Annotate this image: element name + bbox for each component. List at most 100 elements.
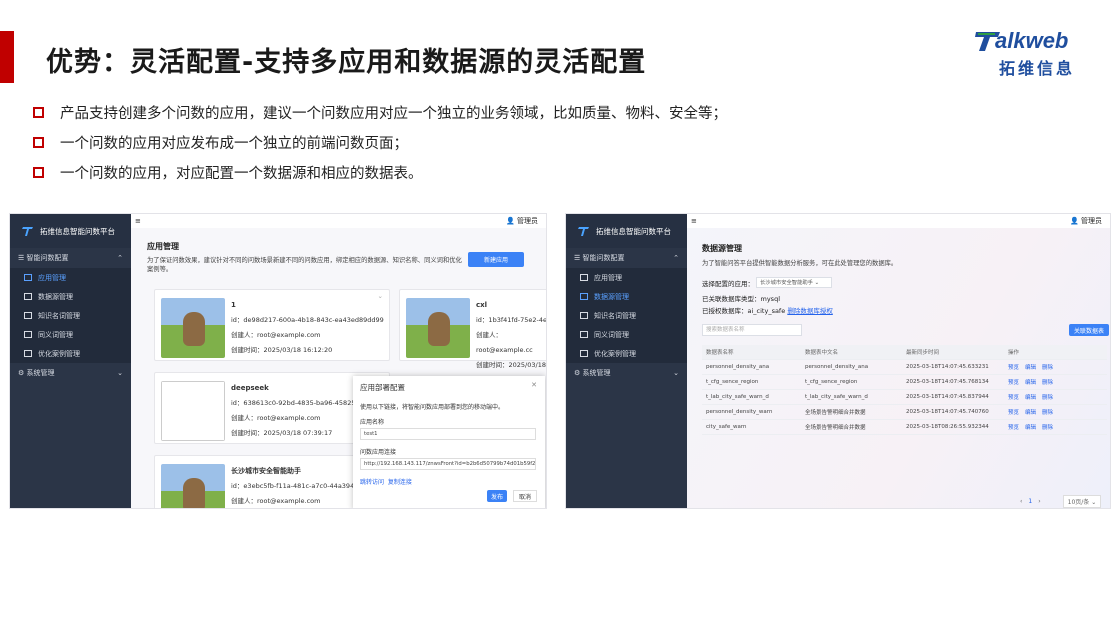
sidebar-item-knowledge[interactable]: 知识名词管理	[10, 306, 131, 325]
edit-link[interactable]: 编辑	[1025, 380, 1036, 386]
table-cell: 2025-03-18T14:07:45.633231	[906, 364, 989, 370]
sidebar-item-synonym[interactable]: 同义词管理	[10, 325, 131, 344]
table-row: personnel_density_warn 全场景告警明细合并数据 2025-03…	[702, 405, 1107, 420]
jump-link[interactable]: 跳转访问	[360, 479, 384, 486]
table-cell: 2025-03-18T14:07:45.837944	[906, 394, 989, 400]
sidebar-item-app-management[interactable]: 应用管理	[566, 268, 687, 287]
main-content: ≡ 👤 管理员 应用管理 为了保证问数效果，建议针对不同的问数场景新建不同的问数应…	[131, 214, 546, 508]
user-menu[interactable]: 👤 管理员	[506, 216, 538, 226]
sidebar-item-synonym[interactable]: 同义词管理	[566, 325, 687, 344]
dialog-title: 应用部署配置	[360, 383, 405, 392]
preview-link[interactable]: 预览	[1008, 395, 1019, 401]
edit-link[interactable]: 编辑	[1025, 410, 1036, 416]
revoke-auth-link[interactable]: 删除数据库授权	[787, 307, 833, 315]
table-row: personnel_density_ana personnel_density_a…	[702, 360, 1107, 375]
sidebar-item-label: 数据源管理	[38, 292, 73, 301]
chevron-down-icon[interactable]: ⌄	[378, 292, 383, 300]
menu-group-label: 智能问数配置	[26, 254, 69, 262]
app-creator: 创建人：root@example.cc	[476, 331, 533, 354]
main-content: ≡ 👤 管理员 数据源管理 为了智能问答平台提供智能数据分析服务，可在此处管理您的…	[687, 214, 1110, 508]
pagination: ‹ 1 › 10页/条 ⌄	[1020, 495, 1102, 508]
menu-group-smart-config[interactable]: ☰ 智能问数配置 ⌃	[10, 248, 131, 268]
sidebar-item-cases[interactable]: 优化案例管理	[566, 344, 687, 363]
user-icon: 👤	[1070, 217, 1079, 225]
chevron-right-icon[interactable]: ›	[1038, 498, 1040, 505]
bullet-text: 一个问数的应用对应发布成一个独立的前端问数页面；	[60, 135, 408, 152]
app-card[interactable]: 1 id：de98d217-600a-4b18-843c-ea43ed89dd99…	[154, 289, 390, 361]
gear-icon: ⚙	[18, 369, 27, 377]
sidebar-item-label: 知识名词管理	[594, 311, 636, 320]
sidebar-brand: 拓维信息智能问数平台	[10, 214, 131, 248]
sidebar: 拓维信息智能问数平台 ☰ 智能问数配置 ⌃ 应用管理 数据源管理 知识名词管理 同…	[10, 214, 131, 508]
sidebar-item-app-management[interactable]: 应用管理	[10, 268, 131, 287]
app-name: 长沙城市安全智能助手	[231, 467, 301, 475]
app-creator: 创建人：root@example.com	[231, 497, 321, 505]
link-table-button[interactable]: 关联数据表	[1069, 324, 1109, 336]
app-link-label: 问数应用连接	[360, 449, 397, 456]
new-app-button[interactable]: 新建应用	[468, 252, 524, 267]
table-cell: 全场景告警明细合并数据	[805, 410, 866, 416]
column-header: 数据表名称	[706, 350, 734, 356]
page-size-select[interactable]: 10页/条 ⌄	[1062, 495, 1102, 508]
list-icon: ☰	[574, 254, 583, 262]
page-number[interactable]: 1	[1028, 498, 1032, 505]
table-cell: t_cfg_sence_region	[805, 379, 858, 385]
app-select[interactable]: 长沙城市安全智能助手 ⌄	[756, 277, 832, 288]
close-icon[interactable]: ✕	[531, 381, 537, 389]
preview-link[interactable]: 预览	[1008, 365, 1019, 371]
bullet-item: 一个问数的应用，对应配置一个数据源和相应的数据表。	[33, 157, 727, 187]
sidebar-item-label: 优化案例管理	[594, 349, 636, 358]
delete-link[interactable]: 删除	[1042, 395, 1053, 401]
app-name-field[interactable]: test1	[360, 428, 536, 440]
delete-link[interactable]: 删除	[1042, 380, 1053, 386]
app-created-time: 创建时间：2025/03/18 07:39:17	[231, 429, 333, 437]
edit-link[interactable]: 编辑	[1025, 365, 1036, 371]
chevron-down-icon: ⌄	[117, 369, 123, 377]
user-menu[interactable]: 👤 管理员	[1070, 216, 1102, 226]
menu-toggle-icon[interactable]: ≡	[691, 217, 697, 225]
delete-link[interactable]: 删除	[1042, 410, 1053, 416]
doc-icon	[580, 331, 588, 338]
sidebar-item-datasource[interactable]: 数据源管理	[566, 287, 687, 306]
bullet-item: 产品支持创建多个问数的应用，建议一个问数应用对应一个独立的业务领域，比如质量、物…	[33, 97, 727, 127]
chevron-up-icon: ⌃	[673, 254, 679, 262]
menu-group-system[interactable]: ⚙ 系统管理 ⌄	[10, 363, 131, 383]
preview-link[interactable]: 预览	[1008, 425, 1019, 431]
publish-button[interactable]: 发布	[487, 490, 507, 502]
delete-link[interactable]: 删除	[1042, 425, 1053, 431]
app-card[interactable]: cxl id：1b3f41fd-75e2-4e84 创建人：root@example…	[399, 289, 547, 369]
cancel-button[interactable]: 取消	[513, 490, 537, 502]
table-search-input[interactable]: 搜索数据表名称	[702, 324, 802, 336]
app-thumbnail	[161, 464, 225, 508]
app-icon	[580, 274, 588, 281]
sidebar-item-label: 同义词管理	[38, 330, 73, 339]
section-title: 数据源管理	[702, 244, 742, 253]
auth-db-line: 已授权数据库：ai_city_safe 删除数据库授权	[702, 305, 833, 315]
database-icon	[24, 293, 32, 300]
sidebar-item-datasource[interactable]: 数据源管理	[10, 287, 131, 306]
app-select-value: 长沙城市安全智能助手	[760, 280, 813, 286]
table-cell: t_cfg_sence_region	[706, 379, 759, 385]
preview-link[interactable]: 预览	[1008, 410, 1019, 416]
sidebar-item-knowledge[interactable]: 知识名词管理	[566, 306, 687, 325]
menu-group-smart-config[interactable]: ☰ 智能问数配置 ⌃	[566, 248, 687, 268]
column-header: 最新同步时间	[906, 350, 940, 356]
edit-link[interactable]: 编辑	[1025, 425, 1036, 431]
menu-toggle-icon[interactable]: ≡	[135, 217, 141, 225]
copy-link[interactable]: 复制连接	[388, 479, 412, 486]
app-link-field[interactable]: http://192.168.143.117/znwsFront?id=b2b6…	[360, 458, 536, 470]
edit-link[interactable]: 编辑	[1025, 395, 1036, 401]
table-header: 数据表名称 数据表中文名 最新同步时间 操作	[702, 345, 1107, 360]
chevron-down-icon: ⌄	[1091, 499, 1097, 506]
app-thumbnail	[406, 298, 470, 358]
preview-link[interactable]: 预览	[1008, 380, 1019, 386]
app-icon	[24, 274, 32, 281]
sidebar-item-cases[interactable]: 优化案例管理	[10, 344, 131, 363]
table-row: t_lab_city_safe_warn_d t_lab_city_safe_wa…	[702, 390, 1107, 405]
app-id: id：1b3f41fd-75e2-4e84	[476, 316, 547, 324]
db-type-text: 已关联数据库类型：mysql	[702, 295, 780, 303]
chevron-left-icon[interactable]: ‹	[1020, 498, 1022, 505]
delete-link[interactable]: 删除	[1042, 365, 1053, 371]
menu-group-system[interactable]: ⚙ 系统管理 ⌄	[566, 363, 687, 383]
brand-name: 拓维信息智能问数平台	[596, 226, 671, 236]
